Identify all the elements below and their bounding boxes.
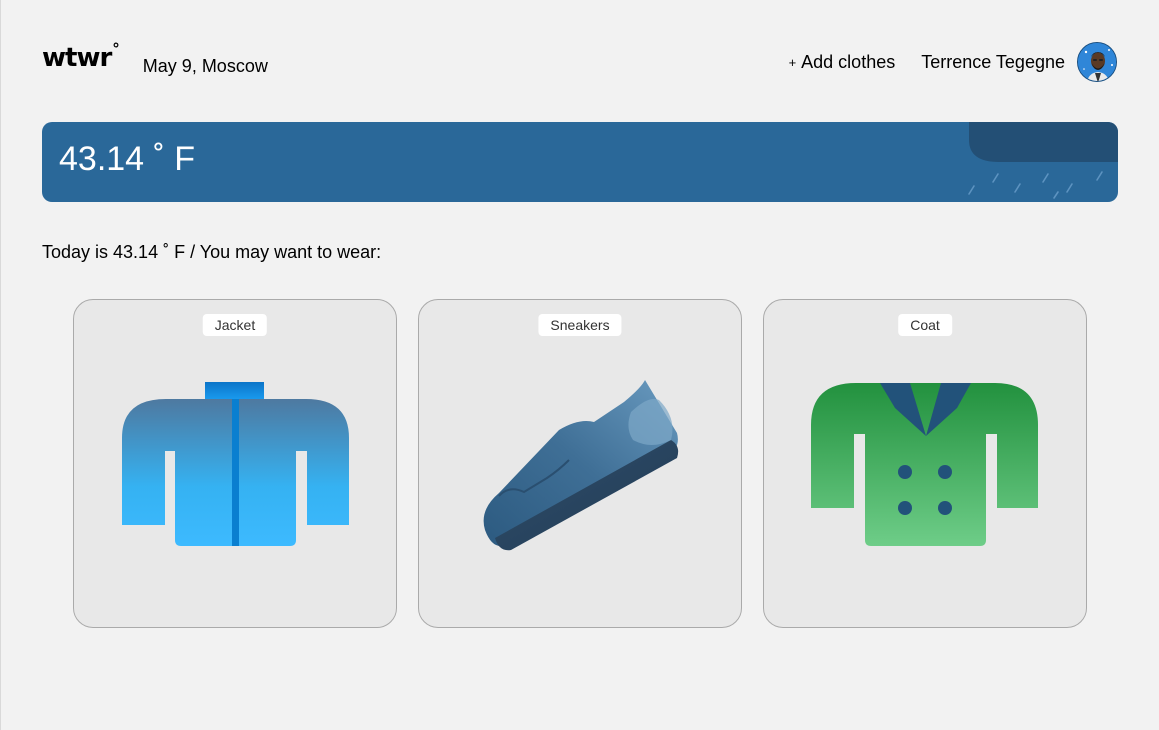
item-name: Sneakers <box>538 314 622 336</box>
app-header: wtwr° May 9, Moscow + Add clothes Terren… <box>42 40 1117 84</box>
add-clothes-label: Add clothes <box>801 51 896 72</box>
clothing-card-jacket[interactable]: Jacket <box>73 299 397 628</box>
jacket-icon <box>122 382 349 546</box>
user-name[interactable]: Terrence Tegegne <box>921 52 1065 73</box>
clothing-card-coat[interactable]: Coat <box>763 299 1087 628</box>
item-name: Jacket <box>202 314 268 336</box>
date-location: May 9, Moscow <box>142 55 268 76</box>
app-logo[interactable]: wtwr° <box>42 40 120 73</box>
sneakers-icon <box>483 380 679 551</box>
clothing-card-sneakers[interactable]: Sneakers <box>418 299 742 628</box>
rain-cloud-icon <box>968 122 1118 199</box>
weather-banner: 43.14 ˚ F <box>42 122 1118 202</box>
page: wtwr° May 9, Moscow + Add clothes Terren… <box>0 0 1159 730</box>
logo-degree: ° <box>112 40 119 58</box>
coat-icon <box>811 383 1038 546</box>
add-clothes-button[interactable]: + Add clothes <box>789 52 896 73</box>
clothing-cards: Jacket Sneakers Coat <box>73 299 1087 628</box>
avatar-image <box>1078 43 1116 81</box>
plus-icon: + <box>788 54 797 70</box>
avatar[interactable] <box>1077 42 1117 82</box>
logo-text: wtwr <box>42 43 112 73</box>
temperature: 43.14 ˚ F <box>59 140 196 178</box>
recommendation-text: Today is 43.14 ˚ F / You may want to wea… <box>42 242 382 262</box>
item-name: Coat <box>898 314 952 336</box>
